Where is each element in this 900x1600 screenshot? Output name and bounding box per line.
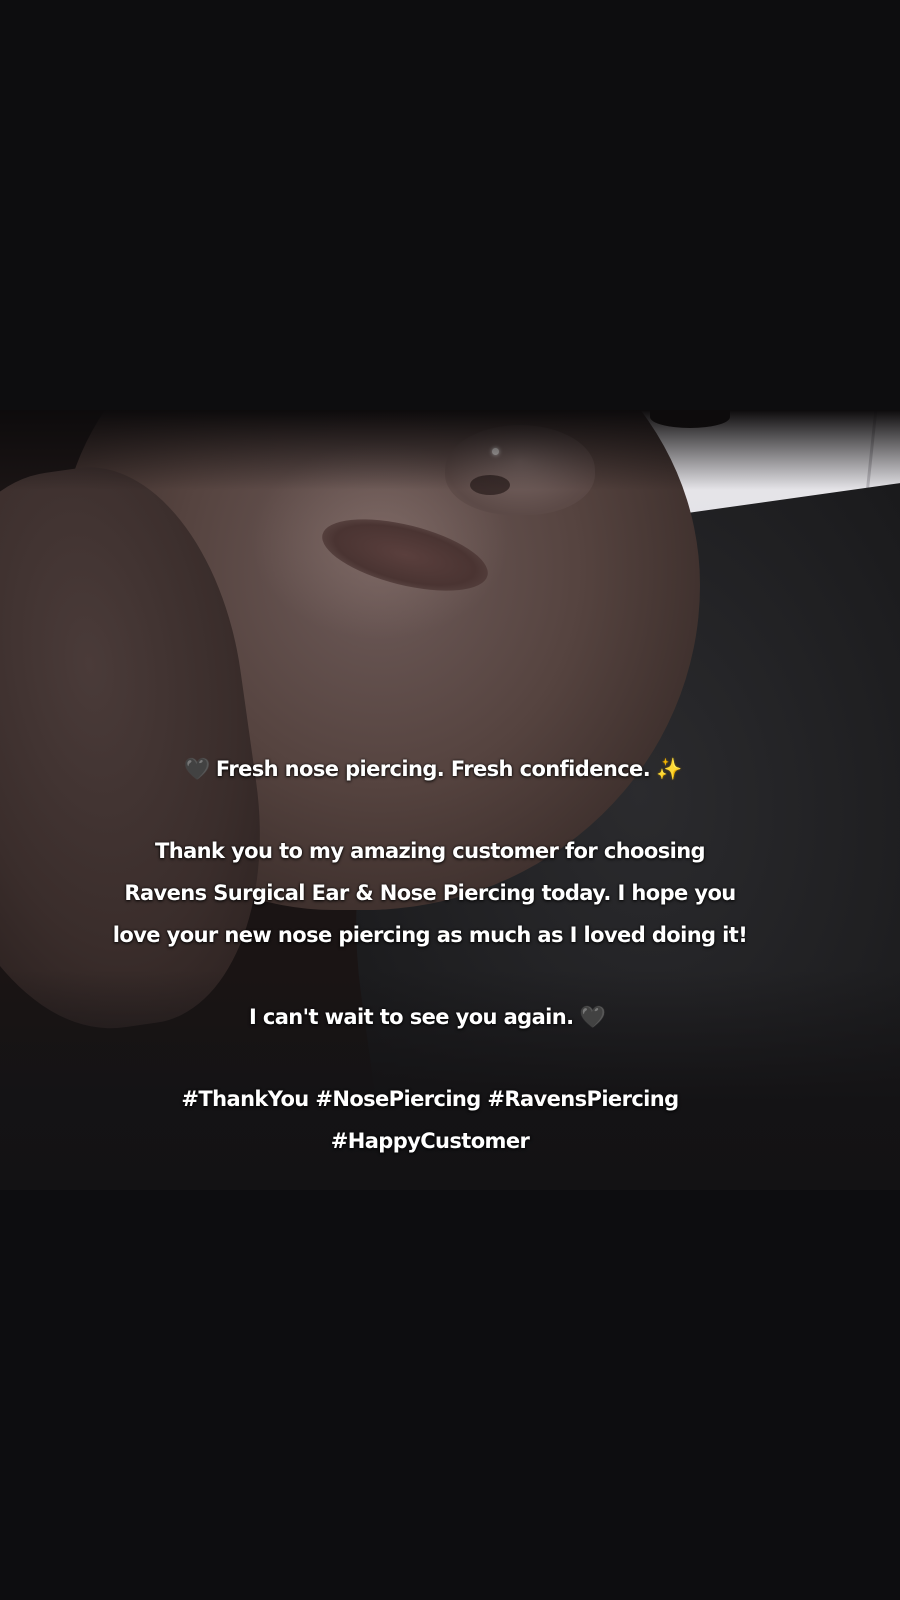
hair-shadow: [0, 410, 900, 490]
caption-body-line-1: Thank you to my amazing customer for cho…: [155, 839, 706, 863]
story-view: 🖤 Fresh nose piercing. Fresh confidence. ✨…: [0, 0, 900, 1600]
caption-body-line-3: love your new nose piercing as much as I…: [112, 923, 748, 947]
caption-headline-text: Fresh nose piercing. Fresh confidence.: [215, 757, 651, 781]
letterbox-bottom: [0, 1190, 900, 1600]
caption-signoff-text: I can't wait to see you again.: [248, 1005, 574, 1029]
caption-hashtags-line-1: #ThankYou #NosePiercing #RavensPiercing: [181, 1087, 679, 1111]
caption-headline: 🖤 Fresh nose piercing. Fresh confidence. ✨: [0, 748, 900, 790]
caption-hashtags-line-2: #HappyCustomer: [330, 1129, 530, 1153]
black-heart-icon: 🖤: [579, 1005, 606, 1029]
letterbox-top: [0, 0, 900, 410]
caption-body-line-2: Ravens Surgical Ear & Nose Piercing toda…: [124, 881, 736, 905]
sparkles-icon: ✨: [656, 757, 682, 781]
caption-signoff: I can't wait to see you again. 🖤: [0, 996, 900, 1038]
black-heart-icon: 🖤: [184, 757, 210, 781]
story-caption: 🖤 Fresh nose piercing. Fresh confidence. ✨…: [0, 748, 900, 1162]
